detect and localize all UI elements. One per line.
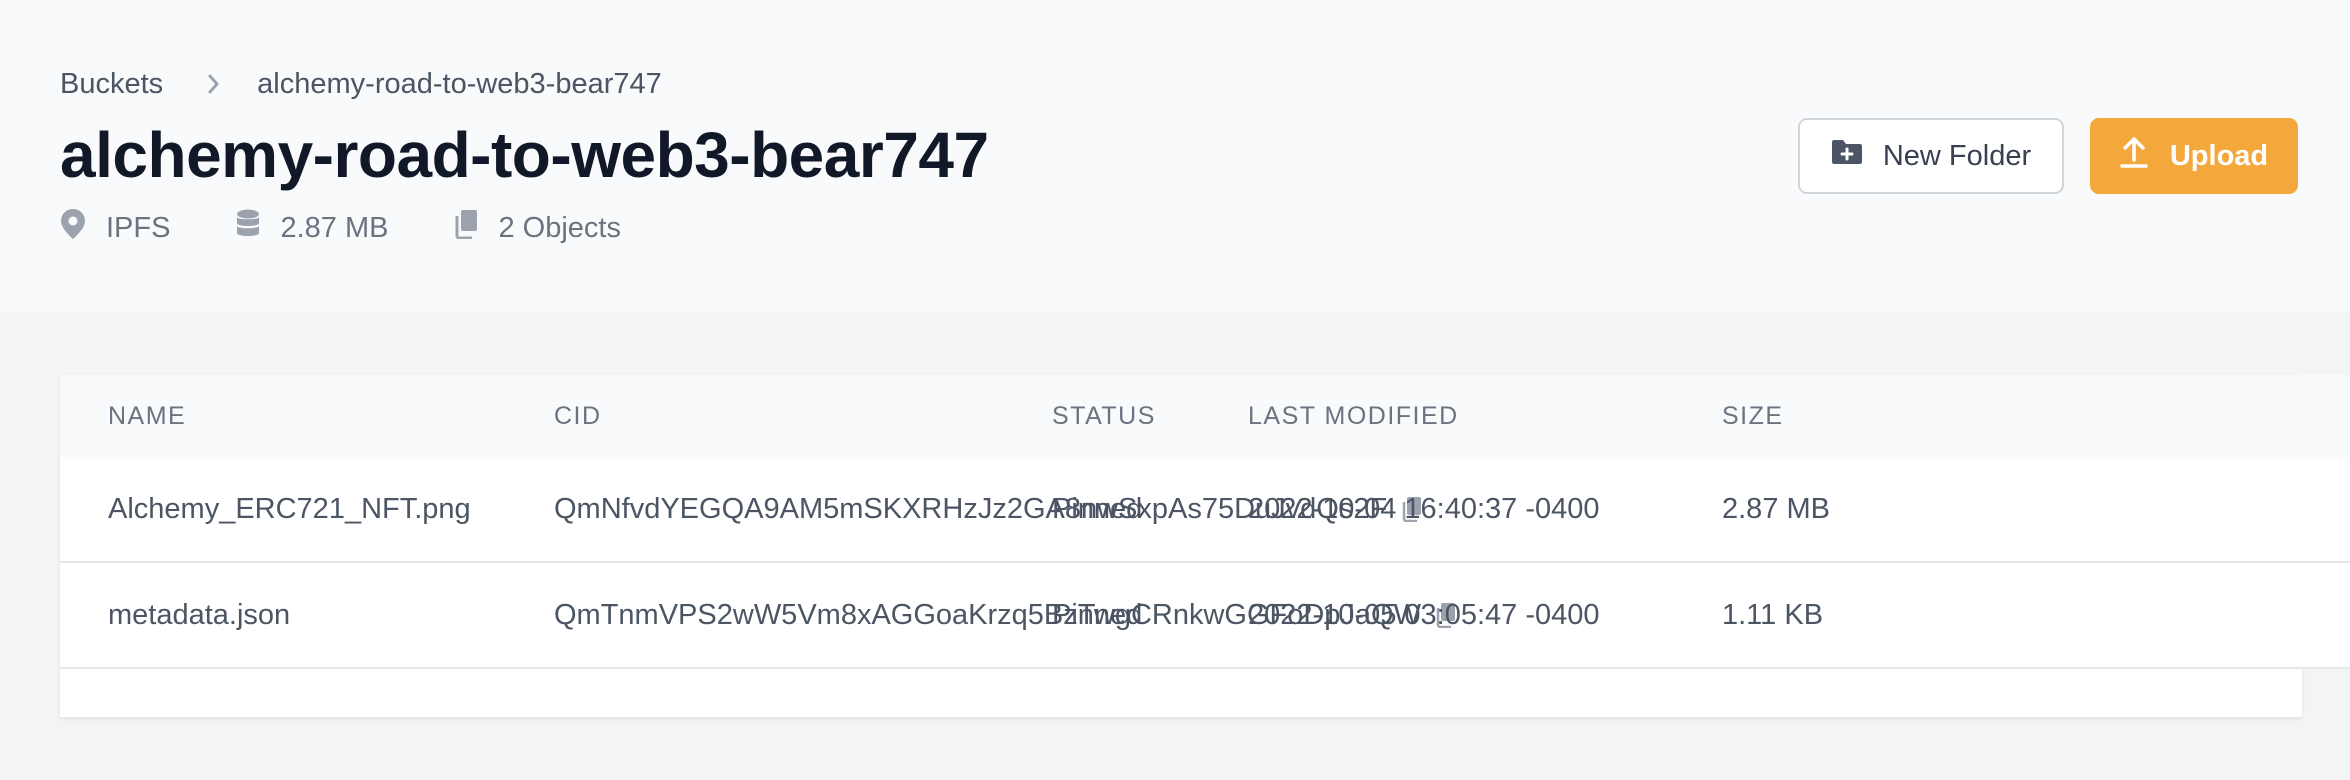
file-size: 1.11 KB (1722, 599, 1824, 631)
folder-plus-icon (1831, 139, 1883, 173)
file-last-modified: 2022-10-04 16:40:37 -0400 (1248, 493, 1600, 525)
file-last-modified: 2022-10-05 03:05:47 -0400 (1248, 599, 1600, 631)
chevron-right-icon (207, 73, 221, 95)
file-status: Pinned (1052, 599, 1143, 631)
bucket-size: 2.87 MB (236, 209, 388, 247)
column-header-cid[interactable]: CID (554, 375, 602, 457)
bucket-location: IPFS (60, 208, 170, 248)
objects-table: NAME CID STATUS LAST MODIFIED SIZE Alche… (60, 375, 2350, 717)
breadcrumb-buckets-link[interactable]: Buckets (60, 68, 163, 101)
new-folder-label: New Folder (1882, 139, 2032, 172)
bucket-size-label: 2.87 MB (280, 211, 389, 244)
bucket-objects: 2 Objects (454, 209, 621, 247)
breadcrumb-current: alchemy-road-to-web3-bear747 (257, 67, 662, 100)
bucket-meta: IPFS 2.87 MB 2 Objects (60, 208, 687, 248)
table-row[interactable]: metadata.json QmTnmVPS2wW5Vm8xAGGoaKrzq5… (60, 563, 2350, 669)
database-icon (236, 209, 280, 247)
page-title: alchemy-road-to-web3-bear747 (60, 119, 989, 191)
file-name[interactable]: Alchemy_ERC721_NFT.png (108, 457, 471, 561)
map-pin-icon (60, 208, 106, 248)
table-header: NAME CID STATUS LAST MODIFIED SIZE (60, 375, 2350, 459)
copy-documents-icon (454, 209, 498, 247)
bucket-location-label: IPFS (106, 211, 171, 244)
breadcrumb: Buckets alchemy-road-to-web3-bear747 (60, 66, 662, 102)
new-folder-button[interactable]: New Folder (1798, 118, 2064, 194)
bucket-objects-label: 2 Objects (498, 211, 621, 244)
column-header-last-modified[interactable]: LAST MODIFIED (1248, 375, 1459, 457)
upload-button[interactable]: Upload (2090, 118, 2298, 194)
column-header-status[interactable]: STATUS (1052, 375, 1156, 457)
column-header-name[interactable]: NAME (108, 375, 186, 457)
table-row[interactable]: Alchemy_ERC721_NFT.png QmNfvdYEGQA9AM5mS… (60, 457, 2350, 563)
page-header: Buckets alchemy-road-to-web3-bear747 alc… (0, 0, 2350, 312)
file-name[interactable]: metadata.json (108, 563, 290, 667)
file-size: 2.87 MB (1722, 493, 1830, 525)
upload-icon (2120, 136, 2170, 176)
column-header-size[interactable]: SIZE (1722, 375, 1784, 457)
file-status: Pinned (1052, 493, 1143, 525)
upload-label: Upload (2169, 139, 2269, 172)
